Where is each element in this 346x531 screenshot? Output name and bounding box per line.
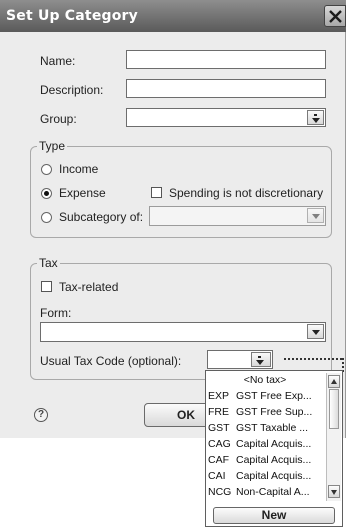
tax-code-desc: GST Taxable ... xyxy=(236,422,308,434)
tax-code-code: GST xyxy=(208,422,230,434)
subcategory-radio[interactable] xyxy=(41,212,52,223)
close-button[interactable] xyxy=(324,5,346,27)
tax-code-desc: Capital Acquis... xyxy=(236,438,312,450)
tax-code-scrollbar[interactable] xyxy=(326,373,341,501)
tax-code-desc: <No tax> xyxy=(243,374,287,386)
spending-not-discretionary-label: Spending is not discretionary xyxy=(169,186,324,200)
form-dropdown-button[interactable] xyxy=(307,324,324,339)
tax-code-desc: GST Free Exp... xyxy=(236,390,312,402)
tax-code-code: NCG xyxy=(208,486,232,498)
form-label: Form: xyxy=(40,306,72,320)
tax-code-item[interactable]: CAF Capital Acquis... xyxy=(206,453,324,468)
subcategory-dropdown-button[interactable] xyxy=(307,208,324,223)
callout-line xyxy=(284,358,342,360)
help-button[interactable]: ? xyxy=(34,408,48,422)
group-label: Group: xyxy=(40,112,77,126)
tax-code-desc: Non-Capital A... xyxy=(236,486,310,498)
ok-label: OK xyxy=(177,408,195,422)
tax-code-item[interactable]: NCG Non-Capital A... xyxy=(206,485,324,500)
tax-code-item[interactable]: <No tax> xyxy=(206,373,324,388)
tax-code-code: CAG xyxy=(208,438,231,450)
subcategory-label: Subcategory of: xyxy=(59,210,144,224)
tax-related-label: Tax-related xyxy=(59,280,119,294)
type-group-title: Type xyxy=(37,139,68,153)
tax-code-code: FRE xyxy=(208,406,229,418)
description-label: Description: xyxy=(40,83,104,97)
scroll-thumb[interactable] xyxy=(329,389,339,429)
tax-code-desc: Capital Acquis... xyxy=(236,454,312,466)
tax-code-desc: GST Free Sup... xyxy=(236,406,313,418)
income-radio[interactable] xyxy=(41,164,52,175)
tax-code-desc: Capital Acquis... xyxy=(236,470,312,482)
tax-related-checkbox[interactable] xyxy=(41,281,52,292)
scroll-up-button[interactable] xyxy=(328,375,340,388)
tax-code-list[interactable]: <No tax> EXP GST Free Exp... FRE GST Fre… xyxy=(205,370,343,527)
name-input[interactable] xyxy=(126,50,326,69)
tax-code-code: EXP xyxy=(208,390,230,402)
subcategory-select[interactable] xyxy=(149,206,326,226)
usual-tax-code-dropdown-button[interactable] xyxy=(251,352,271,367)
name-label: Name: xyxy=(40,54,76,68)
scroll-down-button[interactable] xyxy=(328,485,340,498)
group-dropdown-button[interactable] xyxy=(307,110,324,125)
help-icon: ? xyxy=(37,409,45,420)
title-bar[interactable]: Set Up Category xyxy=(0,0,346,32)
spending-not-discretionary-checkbox[interactable] xyxy=(151,187,162,198)
tax-group-title: Tax xyxy=(37,256,60,270)
tax-code-code: CAI xyxy=(208,470,226,482)
expense-label: Expense xyxy=(59,186,106,200)
group-select[interactable] xyxy=(126,108,326,127)
close-icon xyxy=(329,10,342,23)
new-tax-code-button[interactable]: New xyxy=(213,507,335,524)
form-select[interactable] xyxy=(40,322,326,342)
income-label: Income xyxy=(59,162,99,176)
tax-code-item[interactable]: GST GST Taxable ... xyxy=(206,421,324,436)
tax-code-item[interactable]: CAI Capital Acquis... xyxy=(206,469,324,484)
tax-code-item[interactable]: FRE GST Free Sup... xyxy=(206,405,324,420)
new-label: New xyxy=(261,508,287,522)
tax-code-item[interactable]: CAG Capital Acquis... xyxy=(206,437,324,452)
usual-tax-code-select[interactable] xyxy=(207,350,273,369)
dialog-title: Set Up Category xyxy=(6,8,138,24)
usual-tax-code-label: Usual Tax Code (optional): xyxy=(40,354,182,368)
tax-code-item[interactable]: EXP GST Free Exp... xyxy=(206,389,324,404)
expense-radio[interactable] xyxy=(41,188,52,199)
description-input[interactable] xyxy=(126,79,326,98)
tax-code-code: CAF xyxy=(208,454,229,466)
